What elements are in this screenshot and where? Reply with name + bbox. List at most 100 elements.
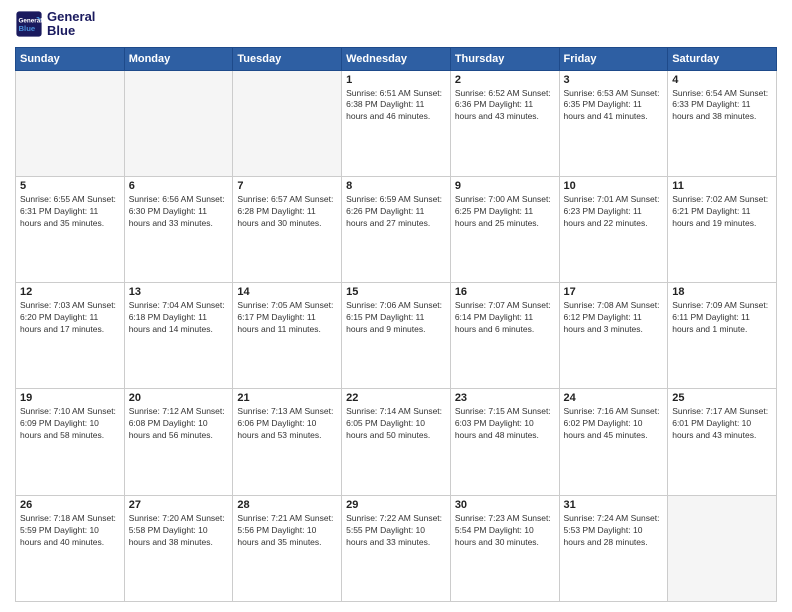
weekday-header-wednesday: Wednesday <box>342 47 451 70</box>
day-number: 21 <box>237 392 337 404</box>
day-number: 24 <box>564 392 664 404</box>
cell-text: Sunrise: 7:24 AM Sunset: 5:53 PM Dayligh… <box>564 513 664 549</box>
week-row-1: 1 Sunrise: 6:51 AM Sunset: 6:38 PM Daylig… <box>16 70 777 176</box>
logo: General Blue GeneralBlue <box>15 10 95 39</box>
calendar-cell: 20 Sunrise: 7:12 AM Sunset: 6:08 PM Dayli… <box>124 389 233 495</box>
day-number: 15 <box>346 286 446 298</box>
weekday-header-monday: Monday <box>124 47 233 70</box>
cell-text: Sunrise: 7:01 AM Sunset: 6:23 PM Dayligh… <box>564 194 664 230</box>
cell-text: Sunrise: 7:07 AM Sunset: 6:14 PM Dayligh… <box>455 300 555 336</box>
calendar-cell: 25 Sunrise: 7:17 AM Sunset: 6:01 PM Dayli… <box>668 389 777 495</box>
cell-text: Sunrise: 6:52 AM Sunset: 6:36 PM Dayligh… <box>455 88 555 124</box>
cell-text: Sunrise: 7:20 AM Sunset: 5:58 PM Dayligh… <box>129 513 229 549</box>
cell-text: Sunrise: 7:18 AM Sunset: 5:59 PM Dayligh… <box>20 513 120 549</box>
day-number: 16 <box>455 286 555 298</box>
logo-icon: General Blue <box>15 10 43 38</box>
cell-text: Sunrise: 7:03 AM Sunset: 6:20 PM Dayligh… <box>20 300 120 336</box>
day-number: 13 <box>129 286 229 298</box>
calendar-cell <box>668 495 777 601</box>
calendar-cell: 4Sunrise: 6:54 AM Sunset: 6:33 PM Daylig… <box>668 70 777 176</box>
cell-text: Sunrise: 6:59 AM Sunset: 6:26 PM Dayligh… <box>346 194 446 230</box>
cell-text: Sunrise: 7:09 AM Sunset: 6:11 PM Dayligh… <box>672 300 772 336</box>
week-row-3: 12Sunrise: 7:03 AM Sunset: 6:20 PM Dayli… <box>16 283 777 389</box>
day-number: 27 <box>129 499 229 511</box>
calendar-cell: 18 Sunrise: 7:09 AM Sunset: 6:11 PM Dayli… <box>668 283 777 389</box>
day-number: 30 <box>455 499 555 511</box>
cell-text: Sunrise: 6:56 AM Sunset: 6:30 PM Dayligh… <box>129 194 229 230</box>
day-number: 25 <box>672 392 772 404</box>
calendar-cell: 11 Sunrise: 7:02 AM Sunset: 6:21 PM Dayli… <box>668 176 777 282</box>
day-number: 29 <box>346 499 446 511</box>
day-number: 18 <box>672 286 772 298</box>
header: General Blue GeneralBlue <box>15 10 777 39</box>
calendar-cell: 9Sunrise: 7:00 AM Sunset: 6:25 PM Daylig… <box>450 176 559 282</box>
day-number: 7 <box>237 180 337 192</box>
day-number: 3 <box>564 74 664 86</box>
cell-text: Sunrise: 7:16 AM Sunset: 6:02 PM Dayligh… <box>564 406 664 442</box>
day-number: 14 <box>237 286 337 298</box>
day-number: 28 <box>237 499 337 511</box>
day-number: 19 <box>20 392 120 404</box>
calendar-cell <box>124 70 233 176</box>
calendar-cell: 16 Sunrise: 7:07 AM Sunset: 6:14 PM Dayli… <box>450 283 559 389</box>
cell-text: Sunrise: 6:57 AM Sunset: 6:28 PM Dayligh… <box>237 194 337 230</box>
calendar-cell: 2 Sunrise: 6:52 AM Sunset: 6:36 PM Daylig… <box>450 70 559 176</box>
weekday-row: SundayMondayTuesdayWednesdayThursdayFrid… <box>16 47 777 70</box>
calendar-cell: 14Sunrise: 7:05 AM Sunset: 6:17 PM Dayli… <box>233 283 342 389</box>
calendar-cell: 13 Sunrise: 7:04 AM Sunset: 6:18 PM Dayli… <box>124 283 233 389</box>
cell-text: Sunrise: 7:15 AM Sunset: 6:03 PM Dayligh… <box>455 406 555 442</box>
calendar-cell: 28 Sunrise: 7:21 AM Sunset: 5:56 PM Dayli… <box>233 495 342 601</box>
calendar-cell <box>233 70 342 176</box>
calendar-cell: 6 Sunrise: 6:56 AM Sunset: 6:30 PM Daylig… <box>124 176 233 282</box>
cell-text: Sunrise: 7:21 AM Sunset: 5:56 PM Dayligh… <box>237 513 337 549</box>
weekday-header-sunday: Sunday <box>16 47 125 70</box>
calendar-cell: 10Sunrise: 7:01 AM Sunset: 6:23 PM Dayli… <box>559 176 668 282</box>
calendar-cell: 26 Sunrise: 7:18 AM Sunset: 5:59 PM Dayli… <box>16 495 125 601</box>
svg-text:Blue: Blue <box>19 24 36 33</box>
calendar-cell: 8Sunrise: 6:59 AM Sunset: 6:26 PM Daylig… <box>342 176 451 282</box>
day-number: 5 <box>20 180 120 192</box>
page: General Blue GeneralBlue SundayMondayTue… <box>0 0 792 612</box>
cell-text: Sunrise: 7:08 AM Sunset: 6:12 PM Dayligh… <box>564 300 664 336</box>
cell-text: Sunrise: 7:12 AM Sunset: 6:08 PM Dayligh… <box>129 406 229 442</box>
calendar: SundayMondayTuesdayWednesdayThursdayFrid… <box>15 47 777 602</box>
calendar-cell: 5 Sunrise: 6:55 AM Sunset: 6:31 PM Daylig… <box>16 176 125 282</box>
calendar-cell: 15 Sunrise: 7:06 AM Sunset: 6:15 PM Dayli… <box>342 283 451 389</box>
week-row-2: 5 Sunrise: 6:55 AM Sunset: 6:31 PM Daylig… <box>16 176 777 282</box>
day-number: 9 <box>455 180 555 192</box>
cell-text: Sunrise: 7:13 AM Sunset: 6:06 PM Dayligh… <box>237 406 337 442</box>
weekday-header-friday: Friday <box>559 47 668 70</box>
day-number: 20 <box>129 392 229 404</box>
day-number: 6 <box>129 180 229 192</box>
calendar-body: 1 Sunrise: 6:51 AM Sunset: 6:38 PM Daylig… <box>16 70 777 601</box>
weekday-header-saturday: Saturday <box>668 47 777 70</box>
day-number: 11 <box>672 180 772 192</box>
cell-text: Sunrise: 7:22 AM Sunset: 5:55 PM Dayligh… <box>346 513 446 549</box>
calendar-cell: 1 Sunrise: 6:51 AM Sunset: 6:38 PM Daylig… <box>342 70 451 176</box>
day-number: 1 <box>346 74 446 86</box>
calendar-cell: 24 Sunrise: 7:16 AM Sunset: 6:02 PM Dayli… <box>559 389 668 495</box>
weekday-header-thursday: Thursday <box>450 47 559 70</box>
calendar-cell: 23Sunrise: 7:15 AM Sunset: 6:03 PM Dayli… <box>450 389 559 495</box>
cell-text: Sunrise: 6:53 AM Sunset: 6:35 PM Dayligh… <box>564 88 664 124</box>
cell-text: Sunrise: 6:54 AM Sunset: 6:33 PM Dayligh… <box>672 88 772 124</box>
calendar-cell: 17Sunrise: 7:08 AM Sunset: 6:12 PM Dayli… <box>559 283 668 389</box>
day-number: 2 <box>455 74 555 86</box>
week-row-5: 26 Sunrise: 7:18 AM Sunset: 5:59 PM Dayli… <box>16 495 777 601</box>
calendar-cell <box>16 70 125 176</box>
cell-text: Sunrise: 6:55 AM Sunset: 6:31 PM Dayligh… <box>20 194 120 230</box>
weekday-header-tuesday: Tuesday <box>233 47 342 70</box>
day-number: 26 <box>20 499 120 511</box>
cell-text: Sunrise: 7:04 AM Sunset: 6:18 PM Dayligh… <box>129 300 229 336</box>
cell-text: Sunrise: 7:02 AM Sunset: 6:21 PM Dayligh… <box>672 194 772 230</box>
calendar-cell: 19 Sunrise: 7:10 AM Sunset: 6:09 PM Dayli… <box>16 389 125 495</box>
cell-text: Sunrise: 7:06 AM Sunset: 6:15 PM Dayligh… <box>346 300 446 336</box>
calendar-cell: 30Sunrise: 7:23 AM Sunset: 5:54 PM Dayli… <box>450 495 559 601</box>
day-number: 31 <box>564 499 664 511</box>
cell-text: Sunrise: 7:10 AM Sunset: 6:09 PM Dayligh… <box>20 406 120 442</box>
logo-text: GeneralBlue <box>47 10 95 39</box>
cell-text: Sunrise: 7:17 AM Sunset: 6:01 PM Dayligh… <box>672 406 772 442</box>
cell-text: Sunrise: 6:51 AM Sunset: 6:38 PM Dayligh… <box>346 88 446 124</box>
calendar-cell: 12Sunrise: 7:03 AM Sunset: 6:20 PM Dayli… <box>16 283 125 389</box>
calendar-cell: 21 Sunrise: 7:13 AM Sunset: 6:06 PM Dayli… <box>233 389 342 495</box>
